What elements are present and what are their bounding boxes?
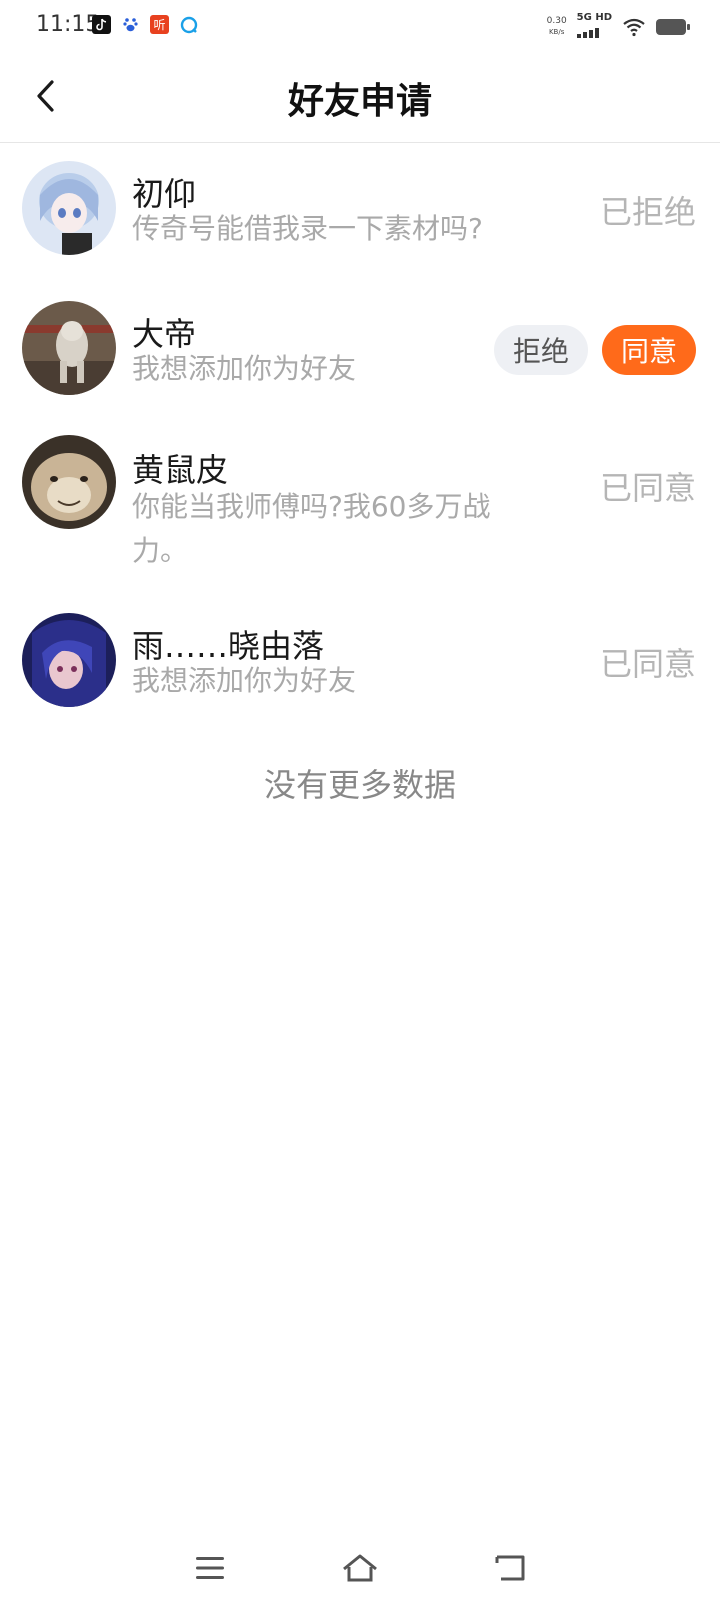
- home-icon: [343, 1554, 377, 1582]
- page-title: 好友申请: [287, 81, 432, 122]
- menu-icon: [196, 1557, 224, 1579]
- signal-bars-icon: [576, 28, 599, 38]
- baidu-icon: [121, 15, 140, 34]
- browser-icon: [179, 15, 198, 34]
- wifi-icon: [623, 18, 645, 37]
- home-button[interactable]: [332, 1540, 388, 1596]
- accept-button[interactable]: 同意: [602, 325, 696, 375]
- status-app-icons: 听: [92, 15, 198, 34]
- request-message: 我想添加你为好友: [132, 352, 357, 385]
- avatar[interactable]: [22, 301, 116, 395]
- ting-icon: 听: [150, 15, 169, 34]
- net-speed-value: 0.30: [546, 16, 567, 26]
- avatar[interactable]: [22, 435, 116, 529]
- friend-request-row: 初仰 传奇号能借我录一下素材吗? 已拒绝: [0, 143, 720, 283]
- menu-button[interactable]: [182, 1540, 238, 1596]
- request-status: 已拒绝: [599, 193, 696, 231]
- request-message: 你能当我师傅吗?我60多万战力。: [132, 490, 491, 567]
- avatar[interactable]: [22, 161, 116, 255]
- nav-header: 好友申请: [0, 52, 720, 143]
- system-nav-bar: [0, 1522, 720, 1612]
- douyin-icon: [92, 15, 111, 34]
- request-status: 已同意: [599, 469, 696, 507]
- back-nav-button[interactable]: [482, 1540, 538, 1596]
- friend-request-list: 初仰 传奇号能借我录一下素材吗? 已拒绝 大帝 我想添加你为好友 拒绝 同意 黄…: [0, 143, 720, 737]
- friend-request-row: 雨……晓由落 我想添加你为好友 已同意: [0, 607, 720, 737]
- request-status: 已同意: [599, 645, 696, 683]
- cell-signal: 5G HD: [576, 12, 612, 42]
- status-time: 11:15: [36, 12, 100, 37]
- ting-icon-label: 听: [153, 18, 166, 32]
- net-speed: 0.30 KB/s: [547, 16, 567, 38]
- friend-request-row: 黄鼠皮 你能当我师傅吗?我60多万战力。 已同意: [0, 423, 720, 607]
- avatar[interactable]: [22, 613, 116, 707]
- net-type: 5G HD: [576, 12, 612, 23]
- return-icon: [495, 1555, 525, 1581]
- friend-request-row: 大帝 我想添加你为好友 拒绝 同意: [0, 283, 720, 423]
- request-message: 我想添加你为好友: [132, 664, 357, 697]
- status-indicators: 0.30 KB/s 5G HD: [547, 12, 690, 42]
- battery-icon: [656, 19, 690, 35]
- net-speed-unit: KB/s: [548, 28, 565, 36]
- no-more-data-label: 没有更多数据: [263, 766, 456, 804]
- status-bar: 11:15 听 0.30 KB/s 5G HD: [0, 0, 720, 52]
- reject-button[interactable]: 拒绝: [494, 325, 588, 375]
- request-message: 传奇号能借我录一下素材吗?: [132, 212, 483, 245]
